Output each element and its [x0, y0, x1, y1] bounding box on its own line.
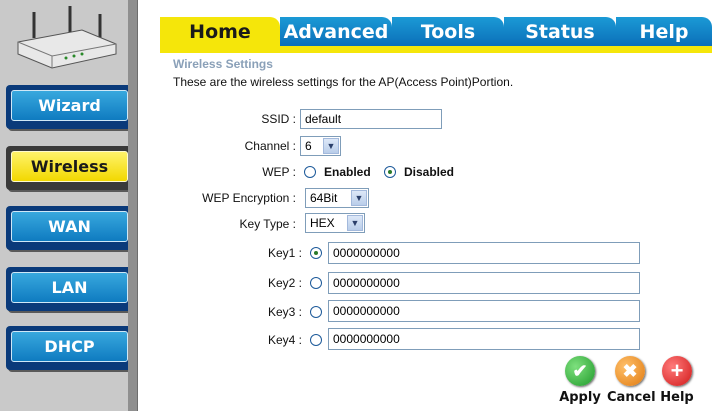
key-type-select[interactable]: HEX ▼: [305, 213, 365, 233]
router-icon: [17, 6, 117, 69]
key1-radio[interactable]: [310, 247, 322, 259]
key2-label: Key2 :: [267, 276, 302, 290]
tab-tools[interactable]: Tools: [392, 17, 504, 46]
section-description: These are the wireless settings for the …: [173, 75, 514, 89]
tab-home[interactable]: Home: [160, 17, 280, 46]
help-button[interactable]: + Help: [654, 356, 700, 405]
sidebar-item-label: DHCP: [11, 331, 128, 362]
gutter: [140, 0, 157, 411]
sidebar-item-label: Wireless: [11, 151, 128, 182]
cancel-label: Cancel: [607, 390, 656, 405]
key1-label: Key1 :: [267, 246, 302, 260]
wep-disabled-label: Disabled: [404, 165, 455, 179]
sidebar: Wizard Wireless WAN LAN DHCP: [0, 0, 136, 411]
ssid-input[interactable]: [300, 109, 442, 129]
close-icon: ✖: [615, 356, 645, 386]
key3-radio[interactable]: [310, 306, 322, 318]
key4-label: Key4 :: [267, 333, 302, 347]
help-label: Help: [660, 390, 694, 405]
sidebar-item-dhcp[interactable]: DHCP: [6, 326, 136, 370]
ssid-label: SSID :: [261, 112, 296, 126]
sidebar-item-lan[interactable]: LAN: [6, 267, 136, 311]
sidebar-item-label: WAN: [11, 211, 128, 242]
tab-underline: [160, 46, 712, 53]
wep-encryption-select[interactable]: 64Bit ▼: [305, 188, 369, 208]
wep-enabled-radio[interactable]: [304, 166, 316, 178]
cancel-button[interactable]: ✖ Cancel: [607, 356, 656, 405]
sidebar-divider: [128, 0, 138, 411]
key-type-value: HEX: [310, 216, 335, 230]
tab-bar: Home Advanced Tools Status Help: [160, 17, 712, 46]
tab-help[interactable]: Help: [616, 17, 712, 46]
sidebar-item-wireless[interactable]: Wireless: [6, 146, 136, 190]
key-type-label: Key Type :: [239, 217, 296, 231]
apply-label: Apply: [559, 390, 601, 405]
channel-value: 6: [305, 139, 312, 153]
key1-input[interactable]: [328, 242, 640, 264]
wep-encryption-value: 64Bit: [310, 191, 338, 205]
chevron-down-icon: ▼: [323, 138, 339, 154]
key2-input[interactable]: [328, 272, 640, 294]
sidebar-item-wan[interactable]: WAN: [6, 206, 136, 250]
plus-icon: +: [662, 356, 692, 386]
chevron-down-icon: ▼: [347, 215, 363, 231]
key3-input[interactable]: [328, 300, 640, 322]
key3-label: Key3 :: [267, 305, 302, 319]
wep-encryption-label: WEP Encryption :: [202, 191, 296, 205]
tab-advanced[interactable]: Advanced: [280, 17, 392, 46]
key4-radio[interactable]: [310, 334, 322, 346]
key2-radio[interactable]: [310, 277, 322, 289]
wep-disabled-radio[interactable]: [384, 166, 396, 178]
sidebar-item-wizard[interactable]: Wizard: [6, 85, 136, 129]
channel-select[interactable]: 6 ▼: [300, 136, 341, 156]
channel-label: Channel :: [244, 139, 296, 153]
wep-label: WEP :: [262, 165, 296, 179]
tab-status[interactable]: Status: [504, 17, 616, 46]
sidebar-item-label: Wizard: [11, 90, 128, 121]
apply-button[interactable]: ✔ Apply: [557, 356, 603, 405]
key4-input[interactable]: [328, 328, 640, 350]
wep-enabled-label: Enabled: [324, 165, 371, 179]
check-icon: ✔: [565, 356, 595, 386]
chevron-down-icon: ▼: [351, 190, 367, 206]
section-title: Wireless Settings: [173, 57, 273, 71]
sidebar-item-label: LAN: [11, 272, 128, 303]
